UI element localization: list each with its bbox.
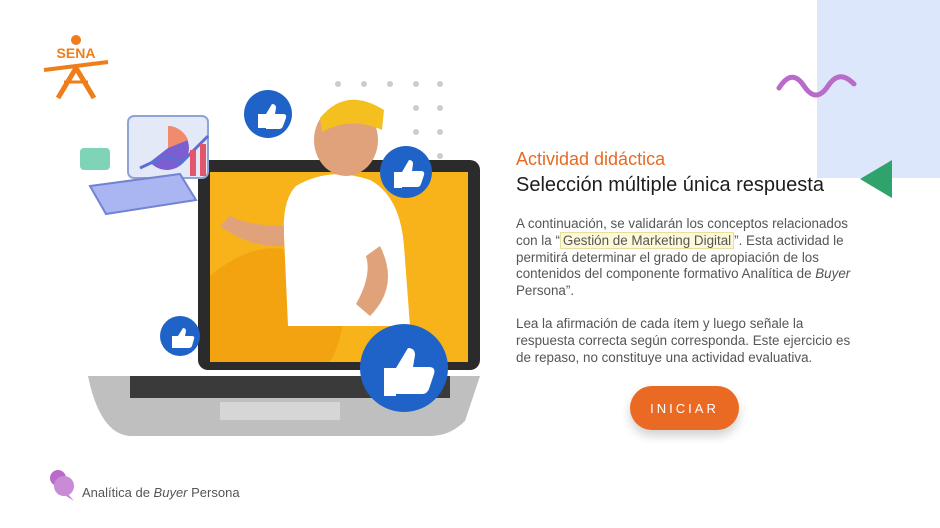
like-icon xyxy=(380,146,432,198)
footer: Analítica de Buyer Persona xyxy=(48,468,240,502)
footer-label: Analítica de Buyer Persona xyxy=(82,485,240,500)
description-paragraph-2: Lea la afirmación de cada ítem y luego s… xyxy=(516,315,851,365)
hero-illustration xyxy=(80,81,480,436)
logo-text: SENA xyxy=(57,45,96,61)
activity-kicker: Actividad didáctica xyxy=(516,149,666,169)
like-icon xyxy=(160,316,200,356)
highlighted-topic: Gestión de Marketing Digital xyxy=(559,231,735,249)
start-button[interactable]: INICIAR xyxy=(630,386,739,430)
chart-icon xyxy=(127,115,210,179)
footer-italic-text: Buyer xyxy=(153,485,188,500)
decorative-green-triangle xyxy=(860,160,892,198)
description-paragraph-1: A continuación, se validarán los concept… xyxy=(516,216,856,300)
description-italic-text: Buyer xyxy=(815,266,851,282)
footer-text: Persona xyxy=(187,485,240,500)
like-icon xyxy=(360,324,448,412)
activity-title: Selección múltiple única respuesta xyxy=(516,174,824,196)
description-text: Persona”. xyxy=(516,283,575,299)
activity-description: A continuación, se validarán los concept… xyxy=(516,216,856,366)
like-icon xyxy=(244,90,292,138)
decorative-wave-icon xyxy=(776,74,857,98)
chat-bubble-icon xyxy=(50,470,74,501)
footer-text: Analítica de xyxy=(82,485,154,500)
